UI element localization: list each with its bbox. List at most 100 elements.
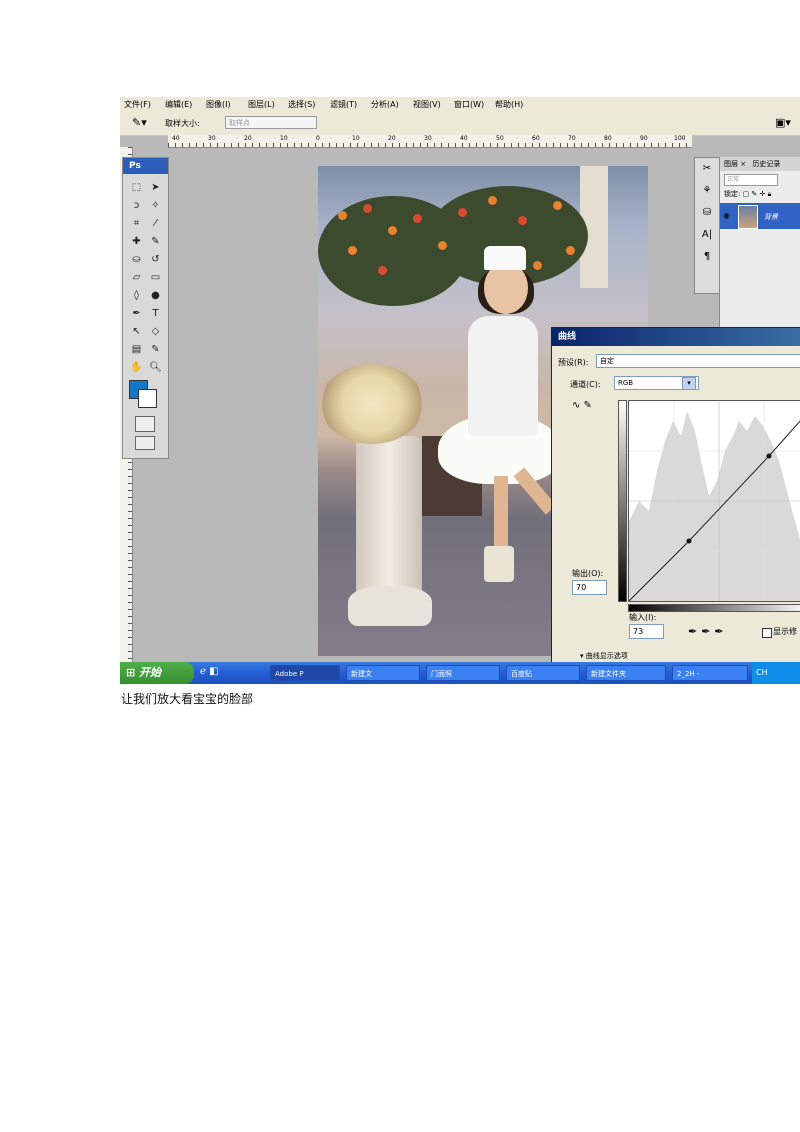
- preset-label: 预设(R):: [558, 358, 589, 367]
- healing-brush-icon[interactable]: ✚: [127, 234, 146, 250]
- lasso-tool-icon[interactable]: ↄ: [127, 198, 146, 214]
- history-brush-icon[interactable]: ↺: [146, 252, 165, 268]
- tab-history[interactable]: 历史记录: [752, 160, 780, 168]
- input-field[interactable]: 73: [629, 624, 664, 639]
- photoshop-logo: Ps: [123, 158, 168, 174]
- move-tool-icon[interactable]: ➤: [146, 180, 165, 196]
- lock-icons[interactable]: ▢ ✎ ✛ 🔒︎: [743, 190, 772, 198]
- sample-size-select[interactable]: 取样点: [225, 116, 317, 129]
- show-clipping-checkbox[interactable]: [762, 628, 772, 638]
- taskbar: ⊞ 开始 ℯ ◧ Adobe P 新建文 门面照 百度贴 新建文件夹 2_2H …: [120, 662, 800, 684]
- curve-point: [766, 453, 772, 459]
- photoshop-screenshot: 文件(F) 编辑(E) 图像(I) 图层(L) 选择(S) 滤镜(T) 分析(A…: [120, 97, 800, 684]
- input-gradient: [628, 604, 800, 612]
- menu-file[interactable]: 文件(F): [124, 99, 151, 110]
- task-new-doc[interactable]: 新建文: [346, 665, 420, 681]
- menu-window[interactable]: 窗口(W): [454, 99, 484, 110]
- menu-analysis[interactable]: 分析(A): [371, 99, 399, 110]
- type-tool-icon[interactable]: T: [146, 306, 165, 322]
- pen-tool-icon[interactable]: ✒: [127, 306, 146, 322]
- layers-tabs: 图层 × 历史记录: [720, 157, 800, 171]
- menu-layer[interactable]: 图层(L): [248, 99, 275, 110]
- preset-select[interactable]: 自定: [596, 354, 800, 368]
- gradient-tool-icon[interactable]: ▭: [146, 270, 165, 286]
- tool-grid: ⬚ ➤ ↄ ✧ ⌗ ⁄ ✚ ✎ ⛀ ↺ ▱ ▭ ◊ ● ✒ T ↖ ◇ ▤ ✎ ✋ 🔍︎: [127, 180, 165, 376]
- shape-tool-icon[interactable]: ◇: [146, 324, 165, 340]
- clone-stamp-icon[interactable]: ⛀: [127, 252, 146, 268]
- crop-tool-icon[interactable]: ⌗: [127, 216, 146, 232]
- ruler-tick: 20: [388, 135, 396, 142]
- curve-display-options-label: 曲线显示选项: [585, 652, 628, 660]
- eyedropper-icons[interactable]: ✒✒✒: [688, 625, 728, 638]
- background-color-swatch[interactable]: [138, 389, 157, 408]
- menu-view[interactable]: 视图(V): [413, 99, 441, 110]
- marquee-tool-icon[interactable]: ⬚: [127, 180, 146, 196]
- histogram-area: [629, 411, 800, 601]
- magic-wand-icon[interactable]: ✧: [146, 198, 165, 214]
- curves-dialog: 曲线 预设(R): 自定 通道(C): RGB ▾ ∿ ✎ 输出(O): 70: [551, 327, 800, 664]
- ruler-tick: 40: [460, 135, 468, 142]
- lock-label: 锁定:: [724, 190, 741, 198]
- menu-help[interactable]: 帮助(H): [495, 99, 523, 110]
- brush-tool-icon[interactable]: ✎: [146, 234, 165, 250]
- output-field[interactable]: 70: [572, 580, 607, 595]
- blend-mode-select[interactable]: 正常: [724, 174, 778, 186]
- blur-tool-icon[interactable]: ◊: [127, 288, 146, 304]
- workspace-icon[interactable]: ▣▾: [775, 116, 791, 129]
- start-button[interactable]: ⊞ 开始: [120, 662, 194, 684]
- zoom-tool-icon[interactable]: 🔍︎: [146, 360, 165, 376]
- photo-bouquet: [320, 364, 424, 444]
- ruler-horizontal: 40 30 20 10 0 10 20 30 40 50 60 70 80 90…: [168, 135, 692, 148]
- task-browser[interactable]: 百度贴: [506, 665, 580, 681]
- task-new-folder[interactable]: 新建文件夹: [586, 665, 666, 681]
- panel-dock: ✂ ⚘ ⛁ A| ¶: [694, 157, 720, 294]
- chevron-down-icon[interactable]: ▾: [682, 377, 696, 390]
- curve-mode-icons[interactable]: ∿ ✎: [572, 400, 592, 411]
- tools-panel-icon[interactable]: ✂: [695, 158, 719, 180]
- slice-tool-icon[interactable]: ⁄: [146, 216, 165, 232]
- toolbox: Ps ⬚ ➤ ↄ ✧ ⌗ ⁄ ✚ ✎ ⛀ ↺ ▱ ▭ ◊ ● ✒ T ↖ ◇ ▤ ✎ ✋ 🔍︎: [122, 157, 169, 459]
- notes-tool-icon[interactable]: ▤: [127, 342, 146, 358]
- screen-mode-icon[interactable]: [135, 436, 155, 450]
- system-tray: CH: [752, 662, 800, 684]
- layer-thumbnail: [738, 205, 758, 229]
- path-select-icon[interactable]: ↖: [127, 324, 146, 340]
- curve-display-options[interactable]: ▾ 曲线显示选项: [580, 651, 628, 661]
- task-photoshop[interactable]: Adobe P: [270, 665, 340, 681]
- input-label: 输入(I):: [629, 613, 657, 622]
- ruler-tick: 30: [208, 135, 216, 142]
- photo-girl-body: [468, 316, 538, 436]
- layer-row[interactable]: ◉ 背景: [720, 203, 800, 229]
- curve-point: [686, 538, 692, 544]
- caption-text: 让我们放大看宝宝的脸部: [121, 692, 254, 706]
- character-panel-icon[interactable]: A|: [695, 224, 719, 246]
- curve-svg: [629, 401, 800, 601]
- quick-launch-icons[interactable]: ℯ ◧: [200, 666, 219, 677]
- menu-select[interactable]: 选择(S): [288, 99, 315, 110]
- eraser-tool-icon[interactable]: ▱: [127, 270, 146, 286]
- paragraph-panel-icon[interactable]: ¶: [695, 246, 719, 268]
- hand-tool-icon[interactable]: ✋: [127, 360, 146, 376]
- photo-girl-boot: [484, 546, 514, 582]
- menu-image[interactable]: 图像(I): [206, 99, 231, 110]
- task-window[interactable]: 2_2H -: [672, 665, 748, 681]
- clone-panel-icon[interactable]: ⛁: [695, 202, 719, 224]
- output-label: 输出(O):: [572, 569, 604, 578]
- photo-pedestal-base: [348, 586, 432, 626]
- visibility-eye-icon[interactable]: ◉: [723, 211, 730, 220]
- eyedropper-icon[interactable]: ✎▾: [132, 116, 147, 129]
- brushes-panel-icon[interactable]: ⚘: [695, 180, 719, 202]
- options-bar: ✎▾ 取样大小: 取样点 ▣▾: [120, 111, 800, 136]
- layer-name: 背景: [764, 213, 778, 221]
- tab-layers[interactable]: 图层 ×: [724, 160, 746, 168]
- start-label: 开始: [139, 666, 162, 679]
- quick-mask-icon[interactable]: [135, 416, 155, 432]
- menu-edit[interactable]: 编辑(E): [165, 99, 192, 110]
- menu-filter[interactable]: 滤镜(T): [330, 99, 357, 110]
- curve-graph[interactable]: [628, 400, 800, 602]
- task-photo-folder[interactable]: 门面照: [426, 665, 500, 681]
- dodge-tool-icon[interactable]: ●: [146, 288, 165, 304]
- output-gradient: [618, 400, 627, 602]
- ruler-tick: 100: [674, 135, 686, 142]
- eyedropper-tool-icon[interactable]: ✎: [146, 342, 165, 358]
